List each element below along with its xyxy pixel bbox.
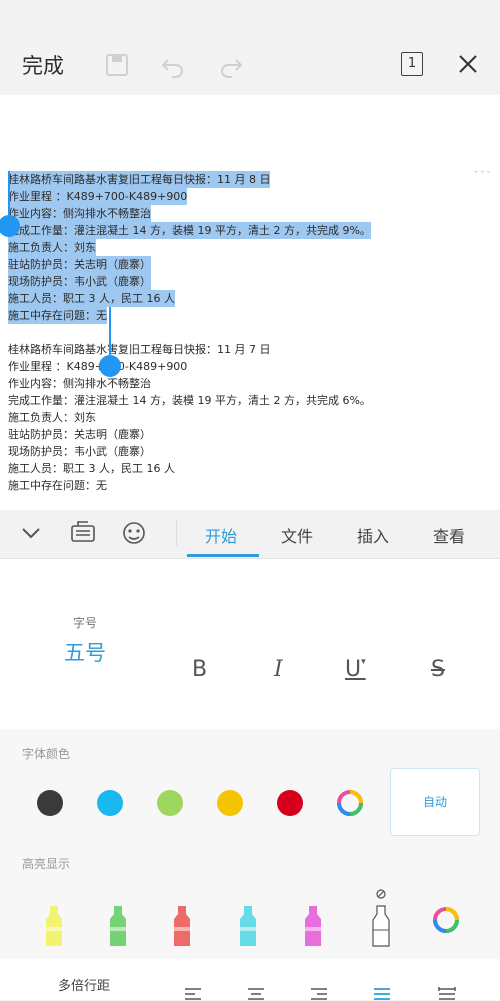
page-corner-mark: - - - [474,167,490,177]
italic-button[interactable]: I [274,657,283,682]
font-color-swatch[interactable] [217,790,243,816]
page-count: 1 [407,56,417,71]
font-color-swatch[interactable] [37,790,63,816]
auto-color-button[interactable]: 自动 [390,768,480,836]
highlight-marker[interactable] [302,905,324,947]
tab-divider [176,520,177,546]
tab-file[interactable]: 文件 [281,523,313,547]
font-color-swatch[interactable] [277,790,303,816]
document-line[interactable]: 作业内容：侧沟排水不畅整治 [8,205,151,222]
document-canvas[interactable]: - - - 桂林路桥车间路基水害复旧工程每日快报：11 月 8 日作业里程 ：K… [0,95,500,510]
document-line[interactable]: 桂林路桥车间路基水害复旧工程每日快报：11 月 7 日 [8,341,270,358]
keyboard-icon[interactable] [70,520,96,544]
highlight-marker[interactable] [237,905,259,947]
tab-insert[interactable]: 插入 [357,523,389,547]
font-size-label: 字号 [73,616,98,630]
document-line[interactable]: 施工中存在问题：无 [8,477,107,494]
highlight-marker[interactable] [43,905,65,947]
document-line[interactable]: 桂林路桥车间路基水害复旧工程每日快报：11 月 8 日 [8,171,271,188]
selection-end-handle[interactable] [99,355,121,377]
close-icon[interactable] [457,53,479,75]
tab-view[interactable]: 查看 [433,523,465,547]
ribbon-tab-bar: 开始 文件 插入 查看 [0,510,500,559]
highlight-marker[interactable] [171,905,193,947]
voice-assistant-icon[interactable] [120,519,148,547]
document-line[interactable]: 作业里程 ：K489+700-K489+900 [8,358,187,375]
document-line[interactable]: 施工负责人：刘东 [8,239,96,256]
highlight-marker[interactable] [107,905,129,947]
document-line[interactable]: 驻站防护员：关志明（鹿寨） [8,256,151,273]
font-panel: 字号 五号 B I U▾ S [0,559,500,729]
line-spacing-label[interactable]: 多倍行距 [58,975,110,994]
top-toolbar: 完成 1 [0,0,500,95]
save-icon[interactable] [104,52,130,78]
font-size-selector[interactable]: 五号 [64,637,106,667]
strikethrough-button[interactable]: S [431,657,445,682]
custom-highlight-icon[interactable] [432,906,460,934]
document-line[interactable]: 现场防护员：韦小武（鹿寨） [8,443,151,460]
redo-icon[interactable] [218,52,244,78]
document-line[interactable]: 完成工作量：灌注混凝土 14 方，装模 19 平方，清土 2 方，共完成 6%。 [8,392,371,409]
align-right-icon[interactable] [309,987,329,1001]
collapse-chevron-icon[interactable] [20,524,42,542]
document-line[interactable]: 施工人员：职工 3 人，民工 16 人 [8,290,175,307]
undo-icon[interactable] [160,52,186,78]
selection-start-stem [8,171,10,215]
align-distributed-icon[interactable] [437,987,457,1001]
active-tab-indicator [187,554,259,557]
bold-button[interactable]: B [192,657,207,682]
underline-label: U [345,657,362,682]
highlight-title: 高亮显示 [22,857,71,871]
page-count-button[interactable]: 1 [401,52,423,76]
document-line[interactable]: 作业内容：侧沟排水不畅整治 [8,375,151,392]
tab-start[interactable]: 开始 [205,523,237,547]
document-line[interactable]: 驻站防护员：关志明（鹿寨） [8,426,151,443]
font-color-title: 字体颜色 [22,747,71,761]
document-line[interactable]: 施工中存在问题：无 [8,307,107,324]
align-left-icon[interactable] [183,987,203,1001]
document-line[interactable]: 完成工作量：灌注混凝土 14 方，装模 19 平方，清土 2 方，共完成 9%。 [8,222,371,239]
align-center-icon[interactable] [246,987,266,1001]
document-line[interactable]: 施工人员：职工 3 人，民工 16 人 [8,460,175,477]
underline-dropdown-icon: ▾ [361,657,366,667]
font-color-swatch[interactable] [157,790,183,816]
done-button[interactable]: 完成 [22,50,64,80]
align-justify-icon[interactable] [372,987,392,1001]
font-color-swatch[interactable] [97,790,123,816]
underline-button[interactable]: U▾ [345,657,366,682]
document-line[interactable]: 施工负责人：刘东 [8,409,96,426]
document-line[interactable]: 现场防护员：韦小武（鹿寨） [8,273,151,290]
no-highlight-icon[interactable] [369,888,393,948]
document-line[interactable]: 作业里程 ：K489+700-K489+900 [8,188,188,205]
custom-color-icon[interactable] [336,789,364,817]
